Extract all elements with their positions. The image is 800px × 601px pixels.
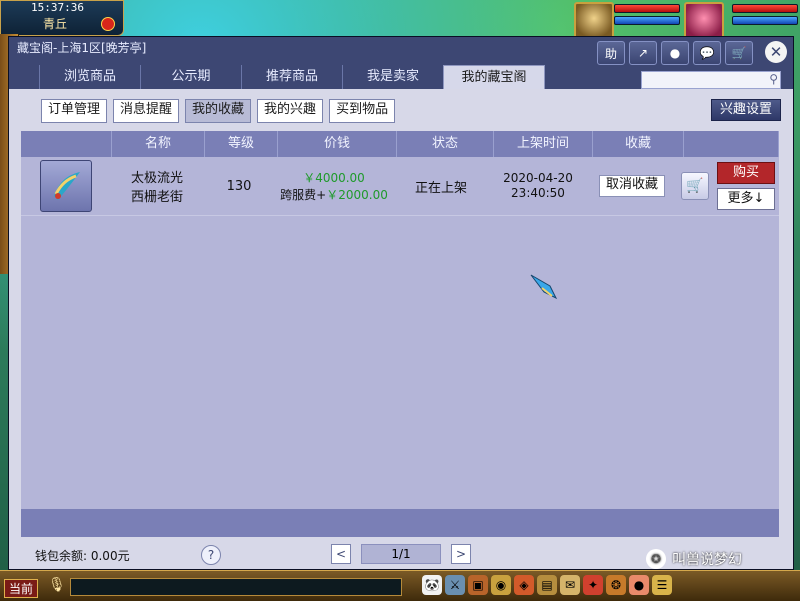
listed-clock: 23:40:50 <box>511 186 565 200</box>
book-icon[interactable]: ▤ <box>537 575 557 595</box>
fee-label: 跨服费+ <box>280 188 327 202</box>
subtab-interests[interactable]: 我的兴趣 <box>257 99 324 123</box>
unfavorite-button[interactable]: 取消收藏 <box>598 175 665 197</box>
header-price: 价钱 <box>278 131 397 157</box>
tab-seller[interactable]: 我是卖家 <box>342 65 443 89</box>
location-name[interactable]: 青丘 <box>43 15 67 32</box>
pet-hp-bar <box>614 4 680 13</box>
fan-item-icon[interactable] <box>40 160 92 212</box>
help-icon[interactable]: ? <box>201 545 221 565</box>
tab-browse[interactable]: 浏览商品 <box>39 65 140 89</box>
lantern-icon[interactable] <box>101 17 115 31</box>
header-status: 状态 <box>397 131 494 157</box>
add-to-cart-icon[interactable]: 🛒 <box>681 172 709 200</box>
tab-my-pavilion[interactable]: 我的藏宝阁 <box>443 65 545 90</box>
item-name: 太极流光 西栅老街 <box>111 167 203 205</box>
header-image <box>21 131 112 157</box>
help-button[interactable]: 助 <box>597 41 625 65</box>
content-panel: 订单管理 消息提醒 我的收藏 我的兴趣 买到物品 兴趣设置 名称 等级 价钱 状… <box>9 89 793 569</box>
table-header: 名称 等级 价钱 状态 上架时间 收藏 <box>21 131 779 157</box>
table-row: 太极流光 西栅老街 130 ￥4000.00 跨服费+￥2000.00 正在上架… <box>21 157 779 216</box>
share-icon[interactable]: ↗ <box>629 41 657 65</box>
chat-channel-button[interactable]: 当前 <box>4 579 39 598</box>
sub-tabs: 订单管理 消息提醒 我的收藏 我的兴趣 买到物品 <box>41 99 396 123</box>
clock-panel: 15:37:36 青丘 <box>0 0 124 36</box>
pet-face-icon[interactable]: 🐼 <box>422 575 442 595</box>
pet-status-bars <box>614 4 680 28</box>
subtab-favorites[interactable]: 我的收藏 <box>185 99 252 123</box>
watermark-text: 叫兽说梦幻 <box>672 552 742 568</box>
close-icon[interactable]: ✕ <box>765 41 787 63</box>
favorite-cell: 取消收藏 <box>587 175 677 197</box>
player-hp-bar <box>732 4 798 13</box>
next-page-button[interactable]: > <box>451 544 471 564</box>
tab-recommend[interactable]: 推荐商品 <box>241 65 342 89</box>
search-icon[interactable]: ⚲ <box>769 72 778 86</box>
bag-icon[interactable]: ◈ <box>514 575 534 595</box>
header-level: 等级 <box>205 131 278 157</box>
item-name-line1: 太极流光 <box>130 171 183 186</box>
table-footer-band <box>21 509 779 537</box>
team-icon[interactable]: ◉ <box>491 575 511 595</box>
item-cell <box>21 160 111 212</box>
page-indicator: 1/1 <box>361 544 441 564</box>
pagination: < 1/1 > <box>331 544 471 564</box>
tab-public[interactable]: 公示期 <box>140 65 241 89</box>
wallet-balance: 钱包余额: 0.00元 <box>35 549 130 563</box>
search-box: ⚲ <box>641 71 781 92</box>
chat-input[interactable] <box>70 578 402 596</box>
header-favorite: 收藏 <box>593 131 684 157</box>
chest-icon[interactable]: ▣ <box>468 575 488 595</box>
mouse-cursor-icon <box>530 274 558 300</box>
main-tabs: 浏览商品 公示期 推荐商品 我是卖家 我的藏宝阁 <box>39 65 545 90</box>
prev-page-button[interactable]: < <box>331 544 351 564</box>
game-bottom-bar: 当前 🎙 🐼 ⚔ ▣ ◉ ◈ ▤ ✉ ✦ ❂ ● ☰ <box>0 570 800 601</box>
item-listed-time: 2020-04-20 23:40:50 <box>489 171 587 201</box>
pet-mp-bar <box>614 16 680 25</box>
cart-icon[interactable]: 🛒 <box>725 41 753 65</box>
treasure-pavilion-window: 藏宝阁-上海1区[晚芳亭] 助 ↗ ● 💬 🛒 ✕ 浏览商品 公示期 推荐商品 … <box>8 36 794 570</box>
player-mp-bar <box>732 16 798 25</box>
record-icon[interactable]: ● <box>661 41 689 65</box>
player-status-bars <box>732 4 798 28</box>
favorites-table: 名称 等级 价钱 状态 上架时间 收藏 太极流光 西栅老街 130 ￥4000.… <box>21 131 779 509</box>
subtab-orders[interactable]: 订单管理 <box>41 99 108 123</box>
system-icon[interactable]: ☰ <box>652 575 672 595</box>
chat-icon[interactable]: 💬 <box>693 41 721 65</box>
more-button[interactable]: 更多↓ <box>717 188 775 210</box>
header-actions <box>684 131 779 157</box>
price-amount: ￥4000.00 <box>303 171 365 185</box>
item-status: 正在上架 <box>414 180 467 196</box>
interest-settings-button[interactable]: 兴趣设置 <box>710 99 781 121</box>
header-name: 名称 <box>112 131 205 157</box>
microphone-icon[interactable]: 🎙 <box>48 577 66 593</box>
scroll-icon[interactable]: ✉ <box>560 575 580 595</box>
listed-date: 2020-04-20 <box>503 171 573 185</box>
peach-icon[interactable]: ● <box>629 575 649 595</box>
quick-toolbar: 🐼 ⚔ ▣ ◉ ◈ ▤ ✉ ✦ ❂ ● ☰ <box>422 575 672 595</box>
title-buttons: 助 ↗ ● 💬 🛒 ✕ <box>597 41 787 65</box>
header-listed-time: 上架时间 <box>494 131 593 157</box>
watermark: ✪ 叫兽说梦幻 <box>646 549 742 569</box>
buy-button[interactable]: 购买 <box>717 162 775 184</box>
watermark-logo-icon: ✪ <box>646 549 666 569</box>
sword-icon[interactable]: ⚔ <box>445 575 465 595</box>
action-buttons: 购买 更多↓ <box>717 162 775 210</box>
game-clock: 15:37:36 <box>31 1 84 14</box>
gourd-icon[interactable]: ❂ <box>606 575 626 595</box>
item-name-line2: 西栅老街 <box>130 190 183 205</box>
subtab-messages[interactable]: 消息提醒 <box>113 99 180 123</box>
item-price: ￥4000.00 跨服费+￥2000.00 <box>275 169 393 203</box>
fee-amount: ￥2000.00 <box>326 188 388 202</box>
gift-icon[interactable]: ✦ <box>583 575 603 595</box>
subtab-purchased[interactable]: 买到物品 <box>329 99 396 123</box>
cross-server-fee: 跨服费+￥2000.00 <box>275 186 393 203</box>
actions-cell: 🛒 购买 更多↓ <box>677 162 779 210</box>
item-level: 130 <box>226 178 252 194</box>
